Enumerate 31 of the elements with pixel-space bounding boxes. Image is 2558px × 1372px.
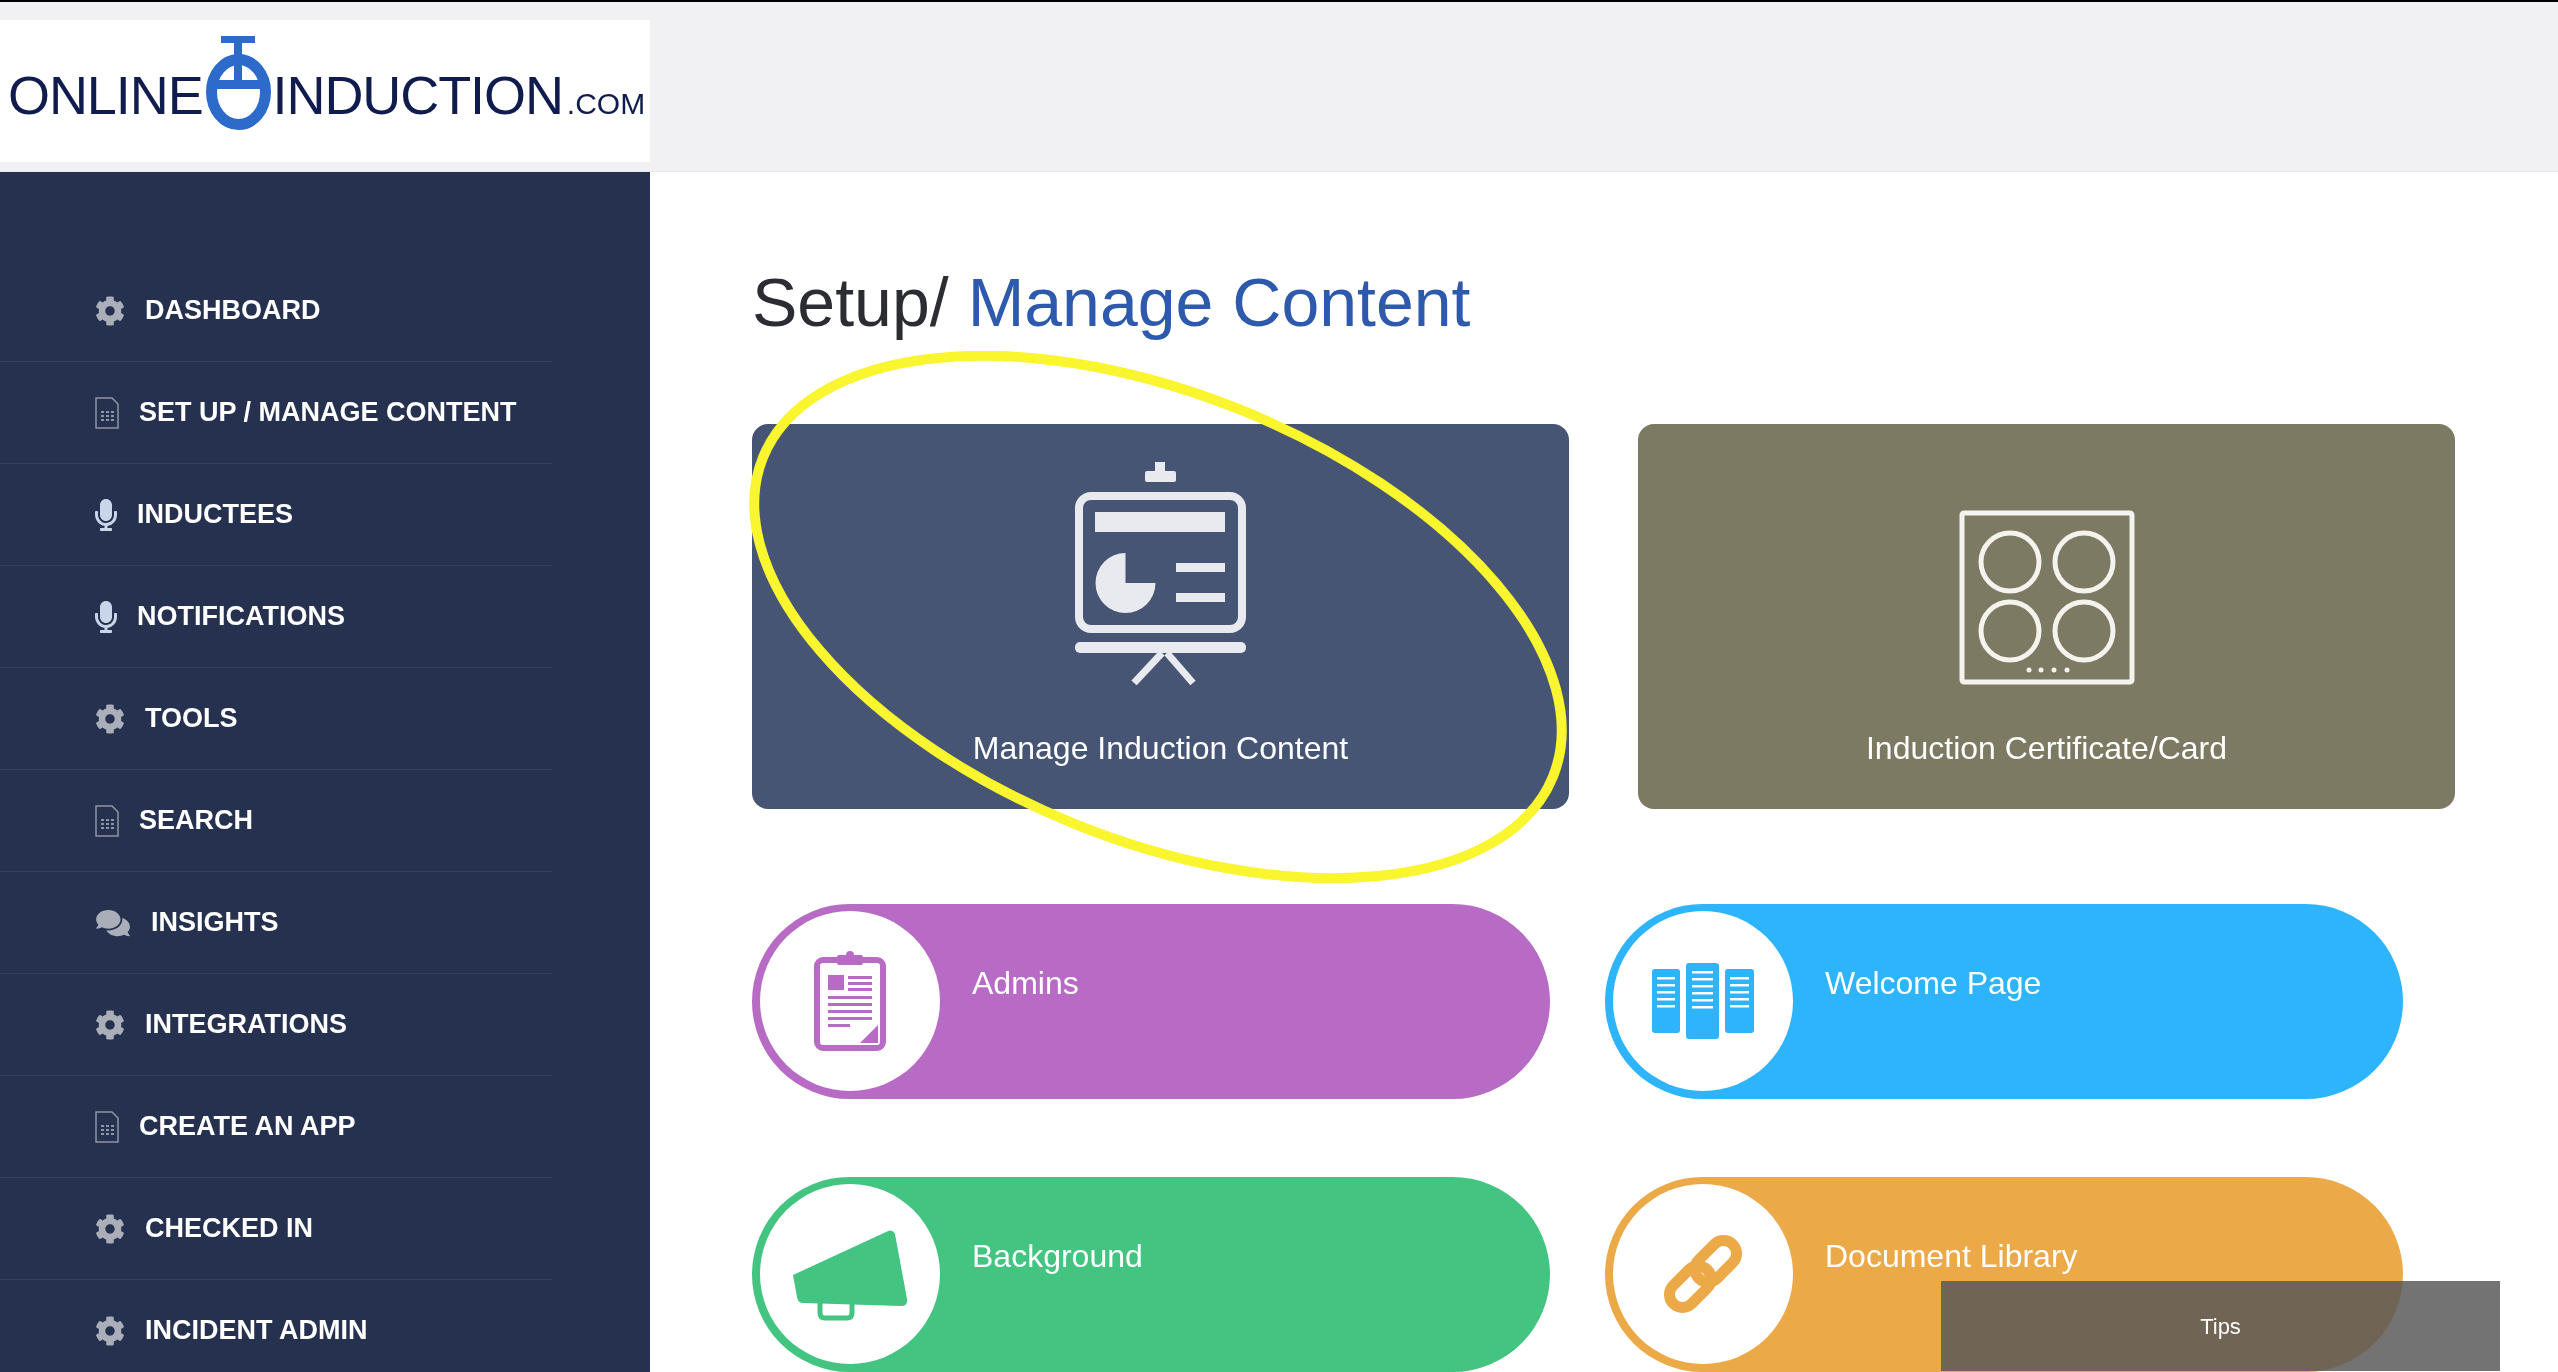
menu-pill[interactable]: Admins <box>752 904 1550 1099</box>
cooktop-icon <box>1958 510 2135 685</box>
chat-bubbles-icon <box>95 907 131 938</box>
sidebar-item[interactable]: INTEGRATIONS <box>0 974 552 1076</box>
gear-icon <box>95 703 125 734</box>
sidebar-item[interactable]: SEARCH <box>0 770 552 872</box>
menu-card[interactable]: Induction Certificate/Card <box>1638 424 2455 809</box>
document-icon <box>95 1110 119 1143</box>
sidebar-item[interactable]: INSIGHTS <box>0 872 552 974</box>
document-icon <box>95 396 119 429</box>
tips-button[interactable]: Tips <box>1941 1281 2500 1371</box>
microphone-icon <box>95 498 117 531</box>
sidebar-item[interactable]: INCIDENT ADMIN <box>0 1280 552 1372</box>
sidebar-item[interactable]: NOTIFICATIONS <box>0 566 552 668</box>
sidebar-item[interactable]: SET UP / MANAGE CONTENT <box>0 362 552 464</box>
gear-icon <box>95 1009 125 1040</box>
presentation-board-icon <box>1072 461 1249 685</box>
menu-card[interactable]: Manage Induction Content <box>752 424 1569 809</box>
gear-icon <box>95 295 125 326</box>
sidebar-item[interactable]: DASHBOARD <box>0 260 552 362</box>
logo-domain-text: .COM <box>566 89 646 119</box>
gear-icon <box>95 1213 125 1244</box>
microphone-icon <box>95 600 117 633</box>
logo-text: ONLINE <box>8 68 203 122</box>
gear-icon <box>95 1315 125 1346</box>
sidebar-item[interactable]: CHECKED IN <box>0 1178 552 1280</box>
document-icon <box>95 804 119 837</box>
sidebar-item[interactable]: CREATE AN APP <box>0 1076 552 1178</box>
sidebar-item[interactable]: INDUCTEES <box>0 464 552 566</box>
sidebar-item[interactable]: TOOLS <box>0 668 552 770</box>
logo-text: INDUCTION <box>272 68 563 122</box>
